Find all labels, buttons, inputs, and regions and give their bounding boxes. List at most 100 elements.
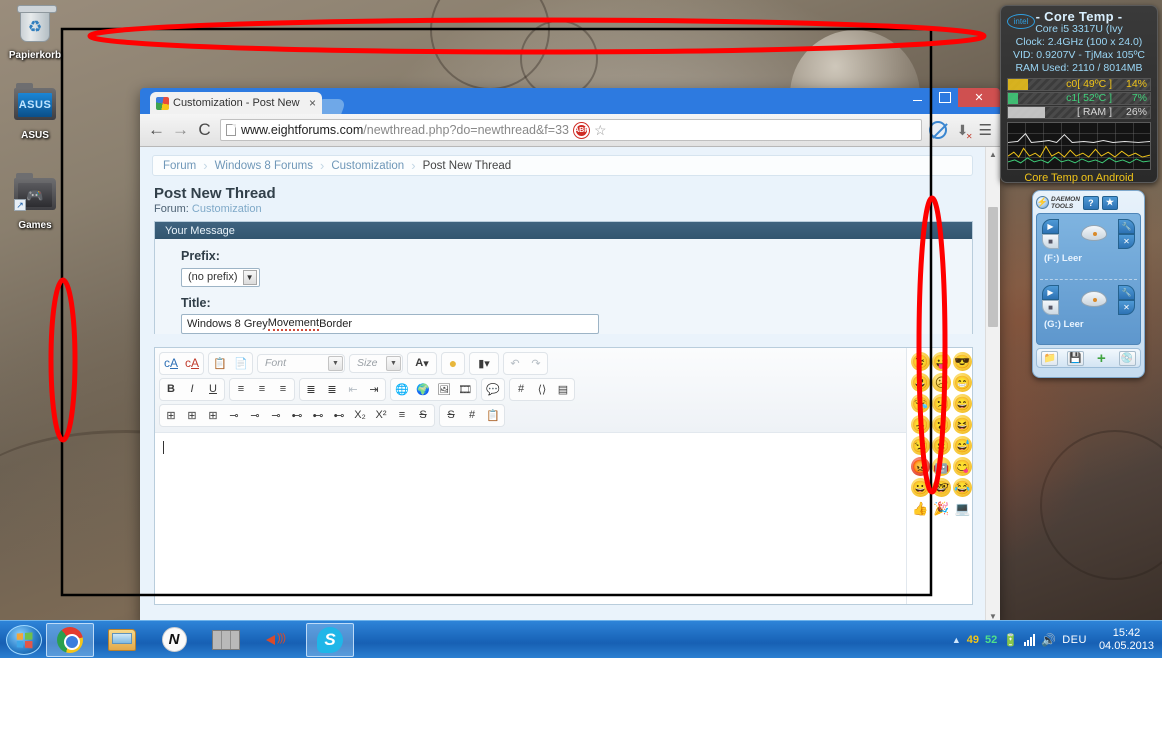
tray-temp-core1[interactable]: 52 bbox=[985, 634, 997, 646]
minimize-button[interactable] bbox=[904, 88, 931, 107]
indent-button[interactable]: ⇥ bbox=[364, 380, 384, 399]
paste-word-button[interactable]: 📄 bbox=[231, 354, 251, 373]
smiley-frown[interactable]: ☹ bbox=[932, 372, 951, 392]
network-signal-icon[interactable] bbox=[1024, 633, 1036, 646]
insert-table-button[interactable]: ⊞ bbox=[161, 406, 181, 425]
mount-image-button[interactable]: 📁 bbox=[1041, 350, 1059, 366]
subscript-button[interactable]: X₂ bbox=[350, 406, 370, 425]
desktop-icon-games[interactable]: 🎮 ↗ Games bbox=[4, 172, 66, 231]
underline-button[interactable]: U bbox=[203, 380, 223, 399]
maximize-button[interactable] bbox=[931, 88, 958, 107]
taskbar-item-chrome[interactable] bbox=[46, 622, 94, 657]
insert-code-button[interactable]: # bbox=[511, 380, 531, 399]
back-button[interactable]: ← bbox=[148, 120, 165, 140]
insert-special-button[interactable]: ▮▾ bbox=[471, 354, 497, 373]
smiley-thumbsup[interactable]: 👍 bbox=[911, 499, 930, 518]
volume-muted-icon[interactable]: 🔊 bbox=[1041, 633, 1056, 647]
coretemp-gadget[interactable]: intel - Core Temp - Core i5 3317U (Ivy C… bbox=[1000, 5, 1158, 184]
smiley-tongue[interactable]: 😛 bbox=[932, 351, 951, 371]
noscript-icon[interactable] bbox=[928, 121, 947, 139]
insert-row-before-button[interactable]: ⊸ bbox=[245, 406, 265, 425]
scroll-up-icon[interactable]: ▲ bbox=[986, 147, 1000, 161]
smiley-robot[interactable]: 🤖 bbox=[932, 456, 951, 476]
unmount-stop-icon[interactable]: ■ bbox=[1042, 234, 1059, 249]
disc-icon[interactable] bbox=[1081, 225, 1107, 241]
daemon-tools-gadget[interactable]: ⚡ DAEMON TOOLS ? ★ ▶ ■ 🔧 ✕ (F:) Leer ▶ ■ … bbox=[1032, 190, 1145, 378]
smiley-nerd[interactable]: 🤓 bbox=[932, 477, 951, 497]
insert-row-button[interactable]: ⊸ bbox=[224, 406, 244, 425]
remove-format-button[interactable]: ᴄA bbox=[161, 354, 181, 373]
adblock-plus-icon[interactable]: ABP bbox=[574, 122, 589, 138]
smiley-anim3[interactable]: 😄 bbox=[953, 393, 972, 413]
align-center-button[interactable]: ≡ bbox=[252, 380, 272, 399]
remove-link-button[interactable]: 🌍 bbox=[413, 380, 433, 399]
insert-column-after-button[interactable]: ⊷ bbox=[308, 406, 328, 425]
clock[interactable]: 15:42 04.05.2013 bbox=[1093, 627, 1154, 653]
insert-image-button[interactable]: 🖼 bbox=[434, 380, 454, 399]
smiley-happy[interactable]: 😀 bbox=[911, 477, 930, 497]
smiley-cool-anim[interactable]: 😎 bbox=[953, 351, 972, 371]
reload-button[interactable]: C bbox=[196, 120, 213, 140]
close-button[interactable]: ✕ bbox=[958, 88, 1000, 107]
breadcrumb-item-windows8[interactable]: Windows 8 Forums bbox=[215, 160, 313, 172]
scrollbar-thumb[interactable] bbox=[988, 207, 998, 327]
hash-button[interactable]: # bbox=[462, 406, 482, 425]
mount-play-icon[interactable]: ▶ bbox=[1042, 219, 1059, 234]
add-drive-button[interactable]: + bbox=[1093, 350, 1110, 367]
smiley-sad[interactable]: 😞 bbox=[911, 414, 930, 434]
insert-html-button[interactable]: ⟨⟩ bbox=[532, 380, 552, 399]
taskbar-item-firewall[interactable] bbox=[202, 623, 250, 657]
page-scrollbar[interactable]: ▲ ▼ bbox=[985, 147, 1000, 623]
smiley-neutral[interactable]: 😐 bbox=[932, 435, 951, 455]
start-button[interactable] bbox=[6, 624, 42, 655]
thread-title-input[interactable]: Windows 8 Grey Movement Border bbox=[181, 313, 599, 334]
download-icon[interactable]: ⬇ bbox=[954, 121, 973, 142]
drive-settings-icon[interactable]: 🔧 bbox=[1118, 285, 1135, 300]
paste-plain-button[interactable]: 📋 bbox=[483, 406, 503, 425]
remove-drive-icon[interactable]: ✕ bbox=[1118, 234, 1135, 249]
desktop-icon-asus[interactable]: ASUS ASUS bbox=[4, 82, 66, 141]
breadcrumb-item-forum[interactable]: Forum bbox=[163, 160, 196, 172]
desktop-icon-recycle-bin[interactable]: Papierkorb bbox=[4, 5, 66, 61]
breadcrumb-item-customization[interactable]: Customization bbox=[331, 160, 404, 172]
smiley-anim4[interactable]: 😆 bbox=[953, 414, 972, 434]
insert-link-button[interactable]: 🌐 bbox=[392, 380, 412, 399]
bookmark-star-icon[interactable]: ☆ bbox=[594, 122, 607, 139]
smiley-anim2[interactable]: 😁 bbox=[953, 372, 972, 392]
font-family-dropdown[interactable]: Font ▼ bbox=[257, 353, 345, 373]
smiley-anim6[interactable]: 😋 bbox=[953, 456, 972, 476]
taskbar-item-skype[interactable]: S bbox=[306, 622, 354, 657]
font-color-button[interactable]: A ▾ bbox=[409, 354, 435, 373]
delete-table-button[interactable]: ⊞ bbox=[203, 406, 223, 425]
taskbar-item-explorer[interactable] bbox=[98, 623, 146, 657]
disc-icon[interactable] bbox=[1081, 291, 1107, 307]
drive-settings-icon[interactable]: 🔧 bbox=[1118, 219, 1135, 234]
justify-button[interactable]: ≡ bbox=[392, 406, 412, 425]
taskbar-item-nitro[interactable]: N bbox=[150, 623, 198, 657]
align-right-button[interactable]: ≡ bbox=[273, 380, 293, 399]
bold-button[interactable]: B bbox=[161, 380, 181, 399]
battery-icon[interactable]: 🔋 bbox=[1003, 633, 1018, 647]
smiley-party[interactable]: 🎉 bbox=[932, 499, 951, 518]
smiley-anim7[interactable]: 😂 bbox=[953, 477, 972, 497]
address-bar[interactable]: www.eightforums.com/newthread.php?do=new… bbox=[220, 119, 922, 141]
forward-button[interactable]: → bbox=[172, 120, 189, 140]
font-size-dropdown[interactable]: Size ▼ bbox=[349, 353, 403, 373]
chrome-menu-icon[interactable]: ☰ bbox=[979, 121, 992, 139]
show-hidden-icons-button[interactable]: ▲ bbox=[952, 635, 961, 645]
daemon-settings-button[interactable]: ★ bbox=[1101, 195, 1118, 210]
language-indicator[interactable]: DEU bbox=[1062, 634, 1087, 646]
align-left-button[interactable]: ≡ bbox=[231, 380, 251, 399]
insert-video-button[interactable]: 🎞 bbox=[455, 380, 475, 399]
smiley-computer[interactable]: 💻 bbox=[953, 499, 972, 518]
browser-tab[interactable]: Customization - Post New × bbox=[150, 92, 322, 114]
strikethrough-button[interactable]: S bbox=[413, 406, 433, 425]
outdent-button[interactable]: ⇤ bbox=[343, 380, 363, 399]
smiley-wink[interactable]: 😉 bbox=[911, 351, 930, 371]
add-image-button[interactable]: 💾 bbox=[1067, 350, 1085, 366]
forum-link[interactable]: Customization bbox=[192, 203, 262, 215]
insert-php-button[interactable]: ▤ bbox=[553, 380, 573, 399]
smiley-skeptical[interactable]: 😒 bbox=[911, 435, 930, 455]
taskbar-item-volume[interactable] bbox=[254, 623, 302, 657]
remove-drive-icon[interactable]: ✕ bbox=[1118, 300, 1135, 315]
